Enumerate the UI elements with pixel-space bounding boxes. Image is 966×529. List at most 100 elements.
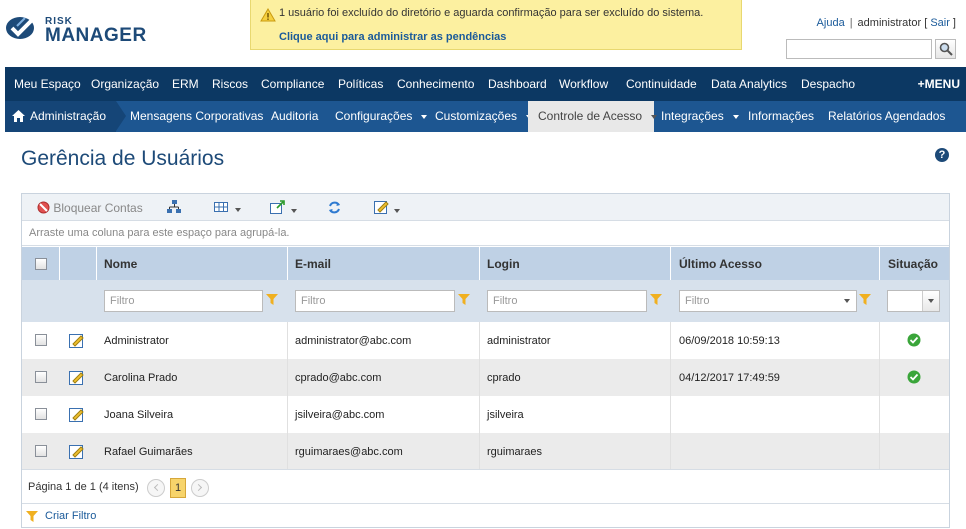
filter-funnel-icon[interactable] [650, 294, 662, 305]
edit-menu-button[interactable] [374, 200, 401, 216]
group-drop-area[interactable]: Arraste uma coluna para este espaço para… [22, 221, 949, 246]
filter-ultimo-acesso-dropdown[interactable]: Filtro [679, 290, 857, 312]
nav-item-data-analytics[interactable]: Data Analytics [711, 67, 787, 101]
sub-nav-informacoes[interactable]: Informações [748, 101, 814, 132]
block-accounts-button[interactable]: Bloquear Contas [37, 200, 143, 216]
chevron-down-icon [922, 291, 939, 311]
chevron-down-icon [732, 114, 739, 119]
row-checkbox[interactable] [35, 371, 47, 383]
cell-login: rguimaraes [487, 446, 543, 458]
nav-item-meu-espaco[interactable]: Meu Espaço [14, 67, 81, 101]
select-all-checkbox[interactable] [35, 258, 47, 270]
notice-text: 1 usuário foi excluído do diretório e ag… [279, 7, 704, 19]
status-ok-icon [907, 370, 921, 384]
filter-email-input[interactable]: Filtro [295, 290, 455, 312]
export-button[interactable] [270, 200, 298, 216]
edit-row-icon[interactable] [69, 444, 84, 459]
sub-nav-controle-acesso[interactable]: Controle de Acesso [528, 101, 658, 132]
chevron-down-icon [839, 291, 856, 311]
logo-large-text: MANAGER [45, 25, 147, 46]
warning-icon [260, 8, 276, 22]
cell-email: rguimaraes@abc.com [295, 446, 403, 458]
risk-manager-logo[interactable]: RISK MANAGER [5, 12, 147, 52]
nav-item-organizacao[interactable]: Organização [91, 67, 159, 101]
block-icon [37, 201, 50, 214]
hierarchy-button[interactable] [166, 200, 182, 216]
col-header-ultimo-acesso[interactable]: Último Acesso [679, 257, 762, 271]
sub-nav-home[interactable]: Administração [5, 101, 116, 132]
sub-nav-configuracoes[interactable]: Configurações [335, 101, 428, 132]
nav-item-workflow[interactable]: Workflow [559, 67, 608, 101]
cell-email: cprado@abc.com [295, 372, 382, 384]
pending-admin-link[interactable]: Clique aqui para administrar as pendênci… [279, 31, 506, 43]
row-checkbox[interactable] [35, 408, 47, 420]
filter-situacao-dropdown[interactable] [887, 290, 940, 312]
sub-nav-customizacoes[interactable]: Customizações [435, 101, 533, 132]
chevron-down-icon [235, 207, 242, 212]
cell-name: Administrator [104, 335, 169, 347]
cell-login: jsilveira [487, 409, 524, 421]
nav-item-compliance[interactable]: Compliance [261, 67, 324, 101]
nav-item-conhecimento[interactable]: Conhecimento [397, 67, 474, 101]
prev-page-button[interactable] [147, 479, 165, 497]
help-icon[interactable]: ? [935, 148, 949, 162]
filter-funnel-icon [26, 511, 38, 522]
top-header: RISK MANAGER 1 usuário foi excluído do d… [0, 0, 966, 67]
pager: Página 1 de 1 (4 itens) 1 [22, 469, 949, 503]
edit-row-icon[interactable] [69, 333, 84, 348]
nav-item-dashboard[interactable]: Dashboard [488, 67, 547, 101]
nav-item-politicas[interactable]: Políticas [338, 67, 383, 101]
grid-toolbar: Bloquear Contas [22, 194, 949, 221]
edit-row-icon[interactable] [69, 407, 84, 422]
nav-item-erm[interactable]: ERM [172, 67, 199, 101]
nav-item-continuidade[interactable]: Continuidade [626, 67, 697, 101]
sub-nav-relatorios[interactable]: Relatórios Agendados [828, 101, 945, 132]
nav-item-riscos[interactable]: Riscos [212, 67, 248, 101]
logout-link[interactable]: Sair [930, 17, 950, 29]
user-bar: Ajuda | administrator [ Sair ] [816, 17, 956, 29]
filter-login-input[interactable]: Filtro [487, 290, 647, 312]
cell-name: Joana Silveira [104, 409, 174, 421]
nav-item-despacho[interactable]: Despacho [801, 67, 855, 101]
cell-name: Carolina Prado [104, 372, 178, 384]
search-button[interactable] [935, 39, 956, 59]
current-page[interactable]: 1 [170, 478, 186, 498]
filter-funnel-icon[interactable] [266, 294, 278, 305]
export-icon [270, 200, 285, 214]
home-arrow [116, 101, 126, 131]
users-grid: Bloquear Contas Arraste uma coluna para … [21, 193, 950, 528]
sub-nav: Administração Mensagens Corporativas Aud… [5, 101, 966, 132]
refresh-button[interactable] [327, 200, 342, 216]
status-ok-icon [907, 333, 921, 347]
filter-nome-input[interactable]: Filtro [104, 290, 263, 312]
filter-funnel-icon[interactable] [859, 294, 871, 305]
home-icon [12, 110, 25, 122]
sub-nav-auditoria[interactable]: Auditoria [271, 101, 318, 132]
col-header-situacao[interactable]: Situação [888, 257, 938, 271]
col-header-nome[interactable]: Nome [104, 257, 137, 271]
help-link[interactable]: Ajuda [817, 17, 845, 29]
row-checkbox[interactable] [35, 334, 47, 346]
table-row[interactable]: Joana Silveira jsilveira@abc.com jsilvei… [22, 396, 949, 433]
filter-funnel-icon[interactable] [458, 294, 470, 305]
table-row[interactable]: Rafael Guimarães rguimaraes@abc.com rgui… [22, 433, 949, 470]
next-page-button[interactable] [191, 479, 209, 497]
page-title: Gerência de Usuários [21, 147, 225, 170]
sub-nav-mensagens[interactable]: Mensagens Corporativas [130, 101, 263, 132]
menu-button[interactable]: +MENU [918, 67, 960, 101]
columns-button[interactable] [214, 200, 242, 216]
search-input[interactable] [786, 39, 932, 59]
row-checkbox[interactable] [35, 445, 47, 457]
main-nav: Meu Espaço Organização ERM Riscos Compli… [5, 67, 966, 101]
edit-row-icon[interactable] [69, 370, 84, 385]
table-row[interactable]: Administrator administrator@abc.com admi… [22, 322, 949, 359]
cell-last-access: 06/09/2018 10:59:13 [679, 335, 780, 347]
notice-banner: 1 usuário foi excluído do diretório e ag… [250, 0, 742, 50]
create-filter-link[interactable]: Criar Filtro [45, 510, 96, 522]
chevron-down-icon [651, 114, 658, 119]
cell-login: cprado [487, 372, 521, 384]
col-header-email[interactable]: E-mail [295, 257, 331, 271]
col-header-login[interactable]: Login [487, 257, 520, 271]
table-row[interactable]: Carolina Prado cprado@abc.com cprado 04/… [22, 359, 949, 396]
sub-nav-integracoes[interactable]: Integrações [661, 101, 739, 132]
